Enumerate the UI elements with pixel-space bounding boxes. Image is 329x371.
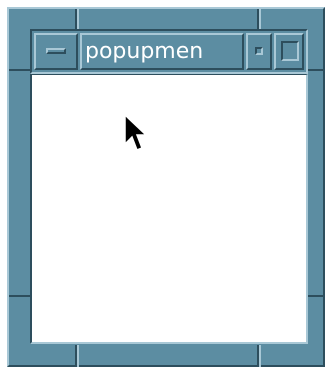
minimize-button[interactable] [246, 33, 272, 70]
frame-corner-mark-bottom-right-hl [259, 345, 261, 367]
window-menu-button[interactable] [34, 33, 78, 70]
frame-corner-mark-top-left-hl [77, 9, 79, 31]
minimize-icon [255, 47, 263, 55]
maximize-button[interactable] [274, 33, 304, 70]
arrow-pointer-icon [124, 114, 148, 151]
window-titlebar[interactable]: popupmen [30, 29, 308, 74]
frame-corner-mark-left-top [9, 69, 31, 71]
frame-corner-mark-top-right-hl [259, 9, 261, 31]
window-menu-icon [46, 48, 66, 54]
window-client-area[interactable] [30, 74, 308, 344]
maximize-icon [281, 41, 299, 61]
frame-corner-mark-bottom-left-hl [77, 345, 79, 367]
title-area[interactable]: popupmen [80, 33, 244, 70]
window-title: popupmen [85, 39, 204, 64]
frame-corner-mark-left-bottom [9, 295, 31, 297]
